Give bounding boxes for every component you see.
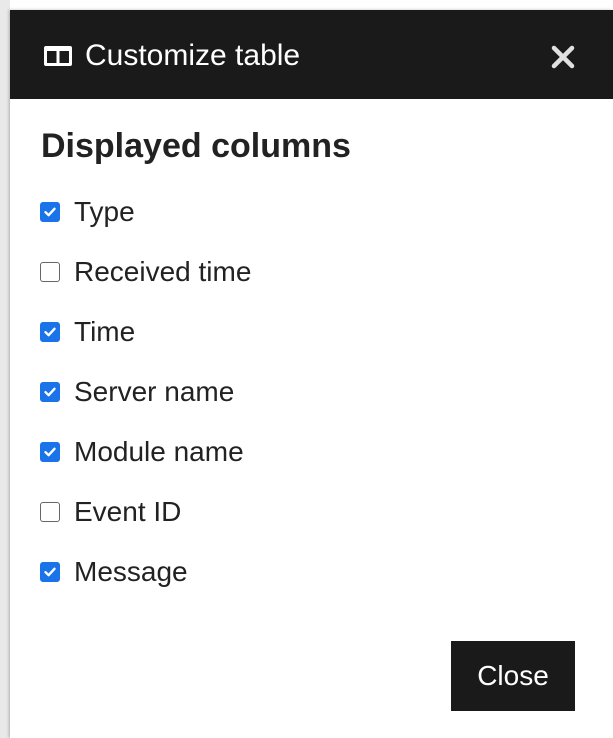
backdrop-edge	[0, 0, 10, 738]
dialog-title: Customize table	[85, 39, 301, 72]
column-label: Time	[74, 316, 136, 347]
checkbox-unchecked[interactable]	[40, 262, 60, 282]
dialog-header: Customize table	[10, 10, 613, 99]
column-option[interactable]: Type	[40, 182, 251, 242]
column-option[interactable]: Module name	[40, 422, 251, 482]
close-icon[interactable]	[550, 44, 576, 70]
check-icon	[44, 447, 56, 457]
column-option[interactable]: Received time	[40, 242, 251, 302]
check-icon	[44, 207, 56, 217]
check-icon	[44, 327, 56, 337]
check-icon	[44, 567, 56, 577]
checkbox-checked[interactable]	[40, 322, 60, 342]
column-label: Event ID	[74, 496, 182, 527]
check-icon	[44, 387, 56, 397]
close-button[interactable]: Close	[451, 641, 575, 711]
checkbox-checked[interactable]	[40, 442, 60, 462]
column-label: Message	[74, 556, 188, 587]
checkbox-checked[interactable]	[40, 562, 60, 582]
customize-table-dialog: Customize table Displayed columns Type R…	[10, 10, 613, 738]
column-option[interactable]: Event ID	[40, 482, 251, 542]
column-option[interactable]: Server name	[40, 362, 251, 422]
column-list: Type Received time Time Server name Modu…	[40, 182, 251, 602]
column-option[interactable]: Message	[40, 542, 251, 602]
columns-icon	[44, 46, 72, 66]
column-label: Server name	[74, 376, 235, 407]
checkbox-checked[interactable]	[40, 202, 60, 222]
section-title: Displayed columns	[41, 127, 351, 165]
column-label: Type	[74, 196, 135, 227]
checkbox-unchecked[interactable]	[40, 502, 60, 522]
column-label: Received time	[74, 256, 252, 287]
column-label: Module name	[74, 436, 244, 467]
column-option[interactable]: Time	[40, 302, 251, 362]
checkbox-checked[interactable]	[40, 382, 60, 402]
